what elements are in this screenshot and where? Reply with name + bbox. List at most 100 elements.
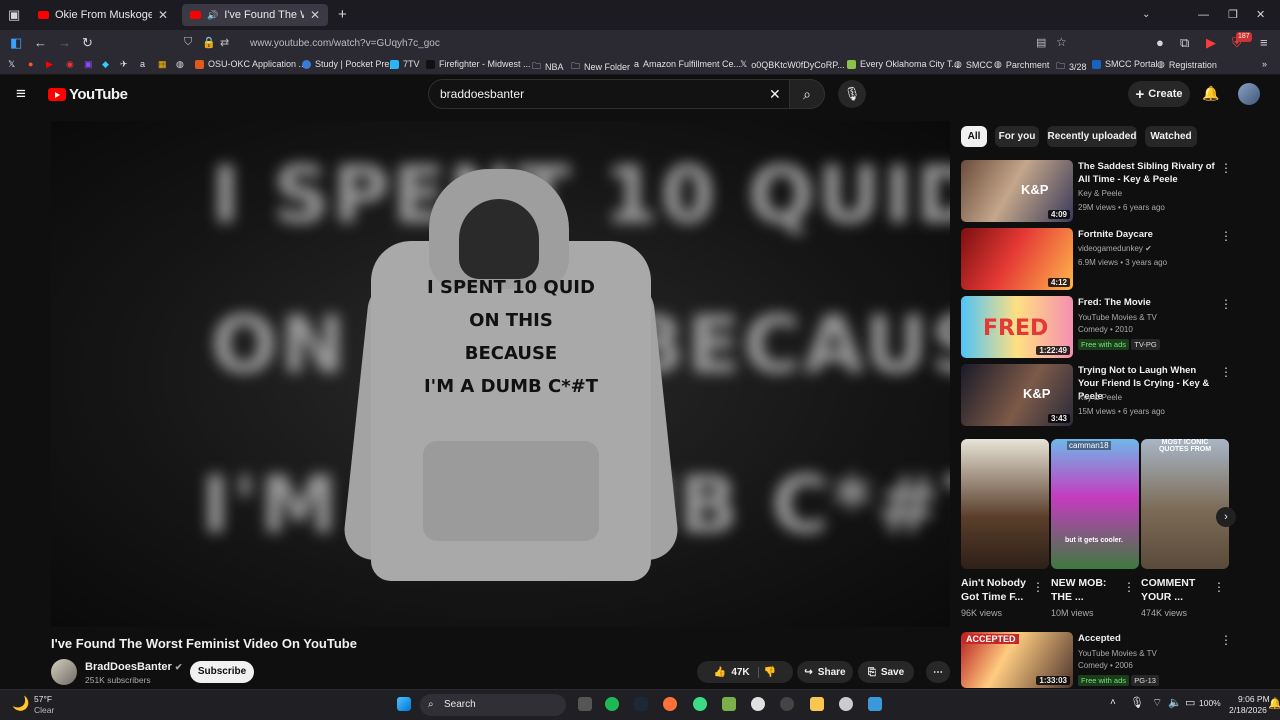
channel-avatar[interactable] — [51, 659, 77, 685]
tab-list-chevron-icon[interactable]: ⌄ — [1142, 0, 1150, 30]
more-vertical-icon[interactable]: ⋮ — [1032, 580, 1044, 594]
bookmark-smcc-portal[interactable]: SMCC Portal — [1092, 59, 1158, 69]
bookmark-folder-3-28[interactable]: 🗀 3/28 — [1056, 59, 1087, 75]
more-vertical-icon[interactable]: ⋮ — [1123, 580, 1135, 594]
more-vertical-icon[interactable]: ⋮ — [1220, 365, 1232, 379]
more-vertical-icon[interactable]: ⋮ — [1220, 229, 1232, 243]
windows-start-icon[interactable] — [397, 697, 411, 711]
bookmark-firefighter[interactable]: Firefighter - Midwest ... — [426, 59, 531, 69]
menu-icon[interactable]: ≡ — [1260, 30, 1268, 56]
create-button[interactable]: + Create — [1128, 81, 1190, 107]
clock-time[interactable]: 9:06 PM — [1238, 694, 1270, 704]
bookmark-amazon-fulfillment[interactable]: a Amazon Fulfillment Ce... — [634, 59, 741, 69]
sidebar-toggle-icon[interactable]: ◧ — [10, 30, 22, 56]
notification-bell-icon[interactable]: 🔔 — [1268, 697, 1280, 710]
microphone-icon[interactable]: 🎙 — [1130, 696, 1144, 709]
video-thumbnail[interactable]: FRED 1:22:49 — [961, 296, 1073, 358]
youtube-bookmark-icon[interactable]: ▶ — [46, 59, 53, 70]
chip-recently-uploaded[interactable]: Recently uploaded — [1047, 126, 1137, 147]
hamburger-menu-icon[interactable]: ≡ — [16, 84, 26, 104]
save-button[interactable]: ⎘ Save — [858, 661, 914, 683]
app-icon[interactable] — [751, 697, 765, 711]
more-actions-button[interactable]: ⋯ — [926, 661, 950, 683]
subscribe-button[interactable]: Subscribe — [190, 661, 254, 683]
app-icon[interactable] — [693, 697, 707, 711]
video-thumbnail[interactable]: ACCEPTED 1:33:03 — [961, 632, 1073, 688]
clock-date[interactable]: 2/18/2026 — [1229, 705, 1267, 715]
minimize-icon[interactable]: — — [1198, 0, 1209, 30]
app-icon[interactable] — [780, 697, 794, 711]
bookmark-registration[interactable]: ◍ Registration — [1157, 59, 1217, 70]
chip-watched[interactable]: Watched — [1145, 126, 1197, 147]
tray-chevron-icon[interactable]: ˄ — [1110, 697, 1116, 708]
short-thumbnail[interactable]: MOST ICONIC QUOTES FROM — [1141, 439, 1229, 569]
bookmark-x-link[interactable]: 𝕏o0QBKtcW0fDyCoRP... — [740, 59, 845, 70]
recommended-video[interactable]: K&P 4:09 The Saddest Sibling Rivalry of … — [961, 160, 1236, 224]
twitch-bookmark-icon[interactable]: ▣ — [84, 59, 93, 70]
video-player[interactable]: I SPENT 10 QUID ON THIS BECAUSE I'M A DU… — [51, 121, 950, 627]
extensions-puzzle-icon[interactable]: ⧉ — [1180, 30, 1189, 56]
x-bookmark-icon[interactable]: 𝕏 — [8, 59, 15, 70]
reddit-bookmark-icon[interactable]: ● — [28, 59, 33, 69]
bookmark-icon[interactable]: ◉ — [66, 59, 74, 70]
tab-worst-feminist[interactable]: 🔊 I've Found The Worst Femini ✕ — [182, 4, 328, 26]
amazon-bookmark-icon[interactable]: a — [140, 59, 145, 69]
short-thumbnail[interactable] — [961, 439, 1049, 569]
more-vertical-icon[interactable]: ⋮ — [1220, 633, 1232, 647]
chip-all[interactable]: All — [961, 126, 987, 147]
recommended-video[interactable]: K&P 3:43 Trying Not to Laugh When Your F… — [961, 364, 1236, 428]
new-tab-icon[interactable]: + — [338, 0, 347, 30]
file-explorer-icon[interactable] — [810, 697, 824, 711]
recommended-video[interactable]: ACCEPTED 1:33:03 Accepted YouTube Movies… — [961, 632, 1236, 688]
lock-icon[interactable]: 🔒 — [202, 36, 216, 49]
tab-close-icon[interactable]: ✕ — [158, 8, 168, 22]
bookmark-icon[interactable]: ◆ — [102, 59, 109, 70]
clear-search-icon[interactable]: ✕ — [769, 80, 781, 108]
recommended-video[interactable]: FRED 1:22:49 Fred: The Movie YouTube Mov… — [961, 296, 1236, 360]
tab-okie[interactable]: Okie From Muskogee - YouTube ✕ — [30, 4, 176, 26]
bookmark-star-icon[interactable]: ☆ — [1056, 35, 1067, 49]
video-thumbnail[interactable]: 4:12 — [961, 228, 1073, 290]
account-avatar[interactable] — [1238, 83, 1260, 105]
bookmark-new-folder[interactable]: 🗀 New Folder — [571, 59, 630, 75]
task-view-icon[interactable] — [578, 697, 592, 711]
apps-bookmark-icon[interactable]: ▦ — [158, 59, 167, 70]
recommended-video[interactable]: 4:12 Fortnite Daycare videogamedunkey ✔ … — [961, 228, 1236, 292]
permissions-icon[interactable]: ⇄ — [220, 36, 229, 49]
bookmark-nba[interactable]: 🗀 NBA — [532, 59, 564, 75]
spotify-icon[interactable] — [605, 697, 619, 711]
bookmark-parchment[interactable]: ◍ Parchment — [994, 59, 1049, 70]
back-icon[interactable]: ← — [34, 30, 47, 56]
weather-moon-icon[interactable]: 🌙 — [12, 695, 29, 712]
app-icon[interactable] — [722, 697, 736, 711]
taskbar-search[interactable]: ⌕ Search — [420, 694, 566, 716]
firefox-icon[interactable] — [663, 697, 677, 711]
share-button[interactable]: ↪ Share — [797, 661, 853, 683]
bookmark-smcc[interactable]: ◍ SMCC — [954, 59, 992, 70]
channel-name[interactable]: BradDoesBanter ✔ — [85, 661, 182, 673]
bookmark-7tv[interactable]: 7TV — [390, 59, 420, 69]
youtube-logo[interactable]: YouTube — [48, 86, 128, 103]
thumbs-down-icon[interactable]: 👎 — [764, 667, 776, 678]
forward-icon[interactable]: → — [58, 30, 71, 56]
video-thumbnail[interactable]: K&P 3:43 — [961, 364, 1073, 426]
reload-icon[interactable]: ↻ — [82, 30, 93, 56]
video-thumbnail[interactable]: K&P 4:09 — [961, 160, 1073, 222]
more-vertical-icon[interactable]: ⋮ — [1220, 297, 1232, 311]
notifications-bell-icon[interactable]: 🔔 — [1202, 85, 1219, 102]
shield-icon[interactable]: ⛉ — [184, 36, 192, 49]
tab-menu-icon[interactable]: ▣ — [8, 0, 20, 30]
bookmark-pocket-prep[interactable]: Study | Pocket Prep — [302, 59, 394, 69]
notepad-icon[interactable] — [868, 697, 882, 711]
more-vertical-icon[interactable]: ⋮ — [1213, 580, 1225, 594]
bookmark-icon[interactable]: ✈ — [120, 59, 128, 70]
search-input[interactable]: braddoesbanter ✕ — [428, 79, 790, 109]
shorts-next-chevron-icon[interactable]: › — [1216, 507, 1236, 527]
reader-view-icon[interactable]: ▤ — [1036, 36, 1046, 49]
bookmark-oklahoma-city[interactable]: Every Oklahoma City T... — [847, 59, 959, 69]
url-bar[interactable]: ⛉ 🔒 ⇄ www.youtube.com/watch?v=GUqyh7c_go… — [178, 33, 1078, 53]
bookmark-osu-okc[interactable]: OSU-OKC Application ... — [195, 59, 306, 69]
steam-icon[interactable] — [634, 697, 648, 711]
battery-icon[interactable]: ▭ — [1185, 696, 1195, 709]
restore-icon[interactable]: ❐ — [1228, 0, 1238, 30]
